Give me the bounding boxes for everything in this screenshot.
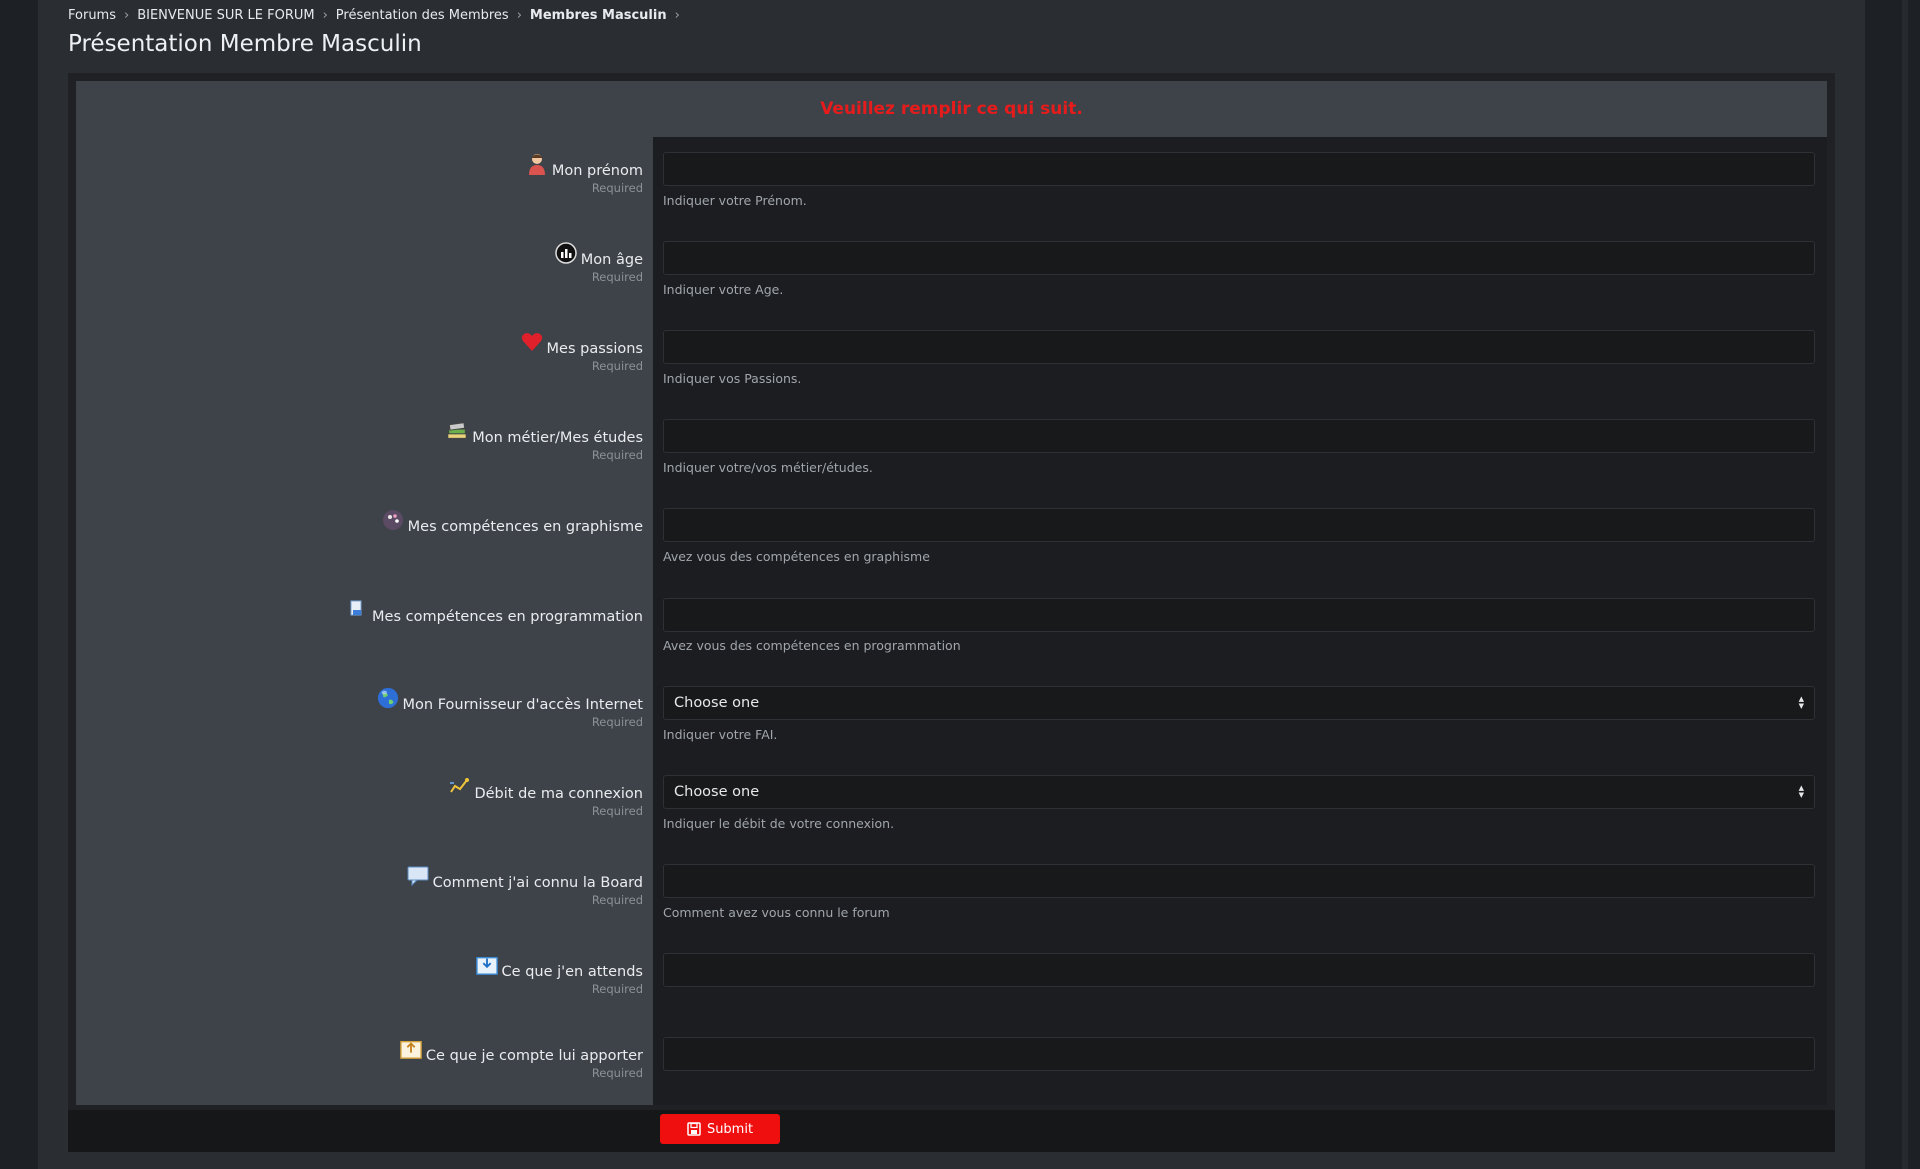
- presentation-form: Veuillez remplir ce qui suit. Mon prénom…: [68, 73, 1835, 1152]
- programmation-field[interactable]: [663, 598, 1815, 632]
- inbox-upload-icon: [400, 1038, 422, 1060]
- prenom-input[interactable]: [664, 153, 1814, 185]
- select-value: Choose one: [674, 784, 760, 800]
- field-label: Mes compétences en graphisme: [407, 519, 643, 535]
- field-label: Mes passions: [546, 341, 643, 357]
- passions-field[interactable]: [663, 330, 1815, 364]
- apport-field[interactable]: [663, 1037, 1815, 1071]
- inputs-column: Indiquer votre Prénom. Indiquer votre Ag…: [653, 137, 1827, 1105]
- chevron-right-icon: ›: [322, 7, 328, 23]
- required-label: Required: [591, 804, 643, 818]
- attentes-input[interactable]: [664, 954, 1814, 986]
- debit-select[interactable]: Choose one ▲ ▼: [663, 775, 1815, 809]
- required-label: Required: [591, 893, 643, 907]
- graphisme-input[interactable]: [664, 509, 1814, 541]
- select-caret-icon: ▲ ▼: [1798, 695, 1804, 710]
- age-field[interactable]: [663, 241, 1815, 275]
- attentes-field[interactable]: [663, 953, 1815, 987]
- breadcrumb-bienvenue[interactable]: BIENVENUE SUR LE FORUM: [137, 8, 314, 23]
- field-label: Ce que j'en attends: [501, 964, 643, 980]
- metier-input[interactable]: [664, 420, 1814, 452]
- code-file-icon: [346, 599, 368, 621]
- field-label: Mon Fournisseur d'accès Internet: [402, 697, 643, 713]
- graphisme-field[interactable]: [663, 508, 1815, 542]
- field-label: Mon prénom: [551, 163, 643, 179]
- field-label: Débit de ma connexion: [474, 786, 643, 802]
- prenom-field[interactable]: [663, 152, 1815, 186]
- age-chart-icon: [555, 242, 577, 264]
- form-header: Veuillez remplir ce qui suit.: [76, 81, 1827, 137]
- required-label: Required: [591, 359, 643, 373]
- breadcrumb: Forums › BIENVENUE SUR LE FORUM › Présen…: [68, 6, 688, 24]
- required-label: Required: [591, 715, 643, 729]
- fai-select[interactable]: Choose one ▲ ▼: [663, 686, 1815, 720]
- field-label: Mon âge: [580, 252, 643, 268]
- scrollbar[interactable]: [1902, 0, 1908, 1169]
- chevron-right-icon: ›: [124, 7, 130, 23]
- submit-label: Submit: [706, 1121, 754, 1137]
- apport-input[interactable]: [664, 1038, 1814, 1070]
- age-input[interactable]: [664, 242, 1814, 274]
- required-label: Required: [591, 1066, 643, 1080]
- field-hint: Indiquer votre Prénom.: [663, 193, 807, 208]
- field-hint: Avez vous des compétences en graphisme: [663, 549, 930, 564]
- field-label: Mes compétences en programmation: [372, 609, 643, 625]
- speed-icon: [448, 776, 470, 798]
- field-label: Mon métier/Mes études: [472, 430, 643, 446]
- save-icon: [687, 1122, 701, 1136]
- field-hint: Indiquer votre/vos métier/études.: [663, 460, 873, 475]
- books-icon: [446, 420, 468, 442]
- programmation-input[interactable]: [664, 599, 1814, 631]
- labels-column: Mon prénom Required Mon âge Required Mes…: [76, 137, 653, 1105]
- field-hint: Indiquer votre Age.: [663, 282, 784, 297]
- passions-input[interactable]: [664, 331, 1814, 363]
- page-container: Forums › BIENVENUE SUR LE FORUM › Présen…: [38, 0, 1865, 1169]
- globe-icon: [377, 687, 399, 709]
- person-icon: [526, 153, 548, 175]
- field-hint: Indiquer votre FAI.: [663, 727, 778, 742]
- breadcrumb-presentation[interactable]: Présentation des Membres: [336, 8, 509, 23]
- required-label: Required: [591, 270, 643, 284]
- breadcrumb-membres-masculin[interactable]: Membres Masculin: [530, 8, 667, 23]
- field-label: Comment j'ai connu la Board: [432, 875, 643, 891]
- connu-board-field[interactable]: [663, 864, 1815, 898]
- field-hint: Comment avez vous connu le forum: [663, 905, 890, 920]
- required-label: Required: [591, 181, 643, 195]
- field-hint: Indiquer le débit de votre connexion.: [663, 816, 895, 831]
- field-label: Ce que je compte lui apporter: [425, 1048, 643, 1064]
- select-caret-icon: ▲ ▼: [1798, 784, 1804, 799]
- palette-icon: [382, 509, 404, 531]
- connu-board-input[interactable]: [664, 865, 1814, 897]
- submit-button[interactable]: Submit: [660, 1114, 780, 1144]
- breadcrumb-forums[interactable]: Forums: [68, 8, 116, 23]
- heart-icon: [521, 331, 543, 353]
- select-value: Choose one: [674, 695, 760, 711]
- left-gutter: [0, 0, 38, 1169]
- form-footer: Submit: [68, 1110, 1835, 1152]
- form-header-text: Veuillez remplir ce qui suit.: [820, 99, 1083, 119]
- chevron-right-icon: ›: [674, 7, 680, 23]
- required-label: Required: [591, 982, 643, 996]
- speech-bubble-icon: [407, 865, 429, 887]
- field-hint: Indiquer vos Passions.: [663, 371, 802, 386]
- required-label: Required: [591, 448, 643, 462]
- field-hint: Avez vous des compétences en programmati…: [663, 638, 961, 653]
- inbox-download-icon: [475, 954, 498, 976]
- chevron-right-icon: ›: [516, 7, 522, 23]
- page-title: Présentation Membre Masculin: [68, 31, 422, 57]
- metier-field[interactable]: [663, 419, 1815, 453]
- right-gutter: [1865, 0, 1920, 1169]
